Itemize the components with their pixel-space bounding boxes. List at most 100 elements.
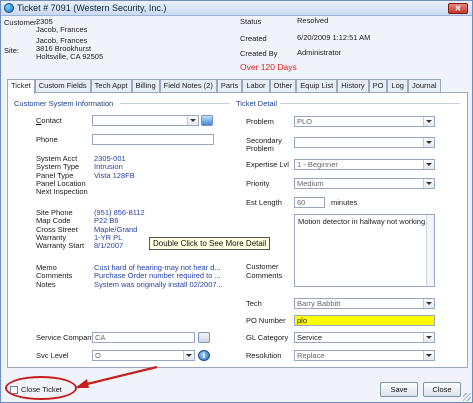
created-value: 6/20/2009 1:12:51 AM (297, 33, 371, 42)
tab-history[interactable]: History (337, 79, 369, 93)
chevron-down-icon (426, 354, 432, 357)
customer-comments-label-1: Customer (246, 262, 279, 271)
contact-label: Contact (36, 116, 62, 125)
window-title: Ticket # 7091 (Western Security, Inc.) (17, 3, 167, 13)
site-label: Site: (4, 46, 20, 55)
tab-custom-fields[interactable]: Custom Fields (34, 79, 91, 93)
resize-grip-icon[interactable] (463, 393, 471, 401)
annotation-highlight-ellipse (5, 376, 77, 400)
info-label: Next Inspection (36, 187, 88, 197)
tab-field-notes-2[interactable]: Field Notes (2) (159, 79, 217, 93)
app-icon (4, 3, 14, 13)
resolution-label: Resolution (246, 351, 282, 360)
created-label: Created (240, 34, 267, 43)
gl-category-value: Service (297, 333, 323, 342)
info-value: 8/1/2007 (94, 241, 124, 251)
tech-value: Barry Babbitt (297, 299, 341, 308)
tab-parts[interactable]: Parts (216, 79, 243, 93)
contact-card-icon[interactable] (201, 115, 213, 126)
expertise-dropdown[interactable]: 1 - Beginner (294, 159, 435, 170)
problem-label: Problem (246, 117, 274, 126)
svc-level-value: O (95, 351, 101, 360)
chevron-down-icon (426, 336, 432, 339)
status-value: Resolved (297, 16, 329, 25)
close-button[interactable]: Close (423, 382, 461, 397)
tab-labor[interactable]: Labor (242, 79, 270, 93)
tech-label: Tech (246, 299, 262, 308)
minutes-label: minutes (331, 198, 358, 207)
customer-comments-label-2: Comments (246, 271, 283, 280)
detail-tooltip: Double Click to See More Detail (149, 237, 271, 250)
resolution-dropdown[interactable]: Replace (294, 350, 435, 361)
customer-comments-text: Motion detector in hallway not working. (298, 217, 428, 226)
tab-journal[interactable]: Journal (407, 79, 441, 93)
problem-value: PLO (297, 117, 313, 126)
save-button[interactable]: Save (380, 382, 418, 397)
tab-billing[interactable]: Billing (131, 79, 160, 93)
tab-po[interactable]: PO (368, 79, 388, 93)
po-number-field[interactable]: plo (294, 315, 435, 326)
svc-level-label: Svc Level (36, 351, 69, 360)
po-number-label: PO Number (246, 316, 286, 325)
customer-system-section-title: Customer System Information (14, 99, 114, 108)
est-length-field[interactable]: 60 (294, 197, 325, 208)
comments-scrollbar[interactable] (426, 215, 434, 286)
secondary-problem-label-2: Problem (246, 144, 274, 153)
tab-strip: Ticket Custom Fields Tech Appt Billing Field… (7, 79, 441, 94)
info-value: System was originally install 02/2007... (94, 279, 223, 289)
phone-field[interactable] (92, 134, 214, 145)
est-length-label: Est Length (246, 198, 282, 207)
tab-log[interactable]: Log (387, 79, 408, 93)
tab-equip-list[interactable]: Equip List (296, 79, 338, 93)
customer-name: Jacob, Frances (36, 25, 88, 34)
priority-label: Priority (246, 179, 270, 188)
site-city: Holtsville, CA 92505 (36, 52, 104, 61)
created-by-label: Created By (240, 49, 278, 58)
secondary-problem-dropdown[interactable] (294, 137, 435, 148)
expertise-label: Expertise Lvl (246, 160, 289, 169)
chevron-down-icon (186, 354, 192, 357)
tab-ticket[interactable]: Ticket (7, 79, 35, 94)
chevron-down-icon (426, 163, 432, 166)
section-divider (280, 103, 460, 104)
expertise-value: 1 - Beginner (297, 160, 338, 169)
phone-label-text: Phone (36, 135, 58, 144)
chevron-down-icon (426, 141, 432, 144)
priority-value: Medium (297, 179, 324, 188)
chevron-down-icon (426, 302, 432, 305)
svc-level-dropdown[interactable]: O (92, 350, 195, 361)
customer-label: Customer: (4, 18, 39, 27)
created-by-value: Administrator (297, 48, 342, 57)
gl-category-dropdown[interactable]: Service (294, 332, 435, 343)
info-label: Warranty Start (36, 241, 85, 251)
customer-comments-textarea[interactable]: Motion detector in hallway not working. (294, 214, 435, 287)
tab-tech-appt[interactable]: Tech Appt (90, 79, 132, 93)
ticket-window: Ticket # 7091 (Western Security, Inc.) ✕… (0, 0, 473, 403)
annotation-arrow-icon (75, 365, 158, 388)
ticket-detail-section-title: Ticket Detail (236, 99, 277, 108)
title-bar: Ticket # 7091 (Western Security, Inc.) ✕ (1, 1, 472, 16)
resolution-value: Replace (297, 351, 325, 360)
chevron-down-icon (190, 119, 196, 122)
contact-dropdown[interactable] (92, 115, 199, 126)
status-label: Status (240, 17, 262, 26)
section-divider (120, 103, 230, 104)
chevron-down-icon (426, 120, 432, 123)
phone-label: Phone (36, 135, 58, 144)
info-value: Vista 128FB (94, 170, 135, 180)
service-company-field[interactable]: CA (92, 332, 195, 343)
gl-category-label: GL Category (246, 333, 289, 342)
chevron-down-icon (426, 182, 432, 185)
tech-dropdown[interactable]: Barry Babbitt (294, 298, 435, 309)
phone-book-icon[interactable] (198, 332, 210, 343)
contact-label-text: ontact (41, 116, 62, 125)
tab-other[interactable]: Other (269, 79, 297, 93)
info-icon[interactable]: i (198, 350, 210, 361)
info-label: Notes (36, 279, 56, 289)
service-company-label: Service Company (36, 333, 96, 342)
window-close-button[interactable]: ✕ (448, 3, 468, 14)
problem-dropdown[interactable]: PLO (294, 116, 435, 127)
priority-dropdown[interactable]: Medium (294, 178, 435, 189)
ticket-panel: Customer System Information Contact Phon… (7, 92, 468, 368)
overdue-indicator: Over 120 Days (240, 62, 297, 72)
